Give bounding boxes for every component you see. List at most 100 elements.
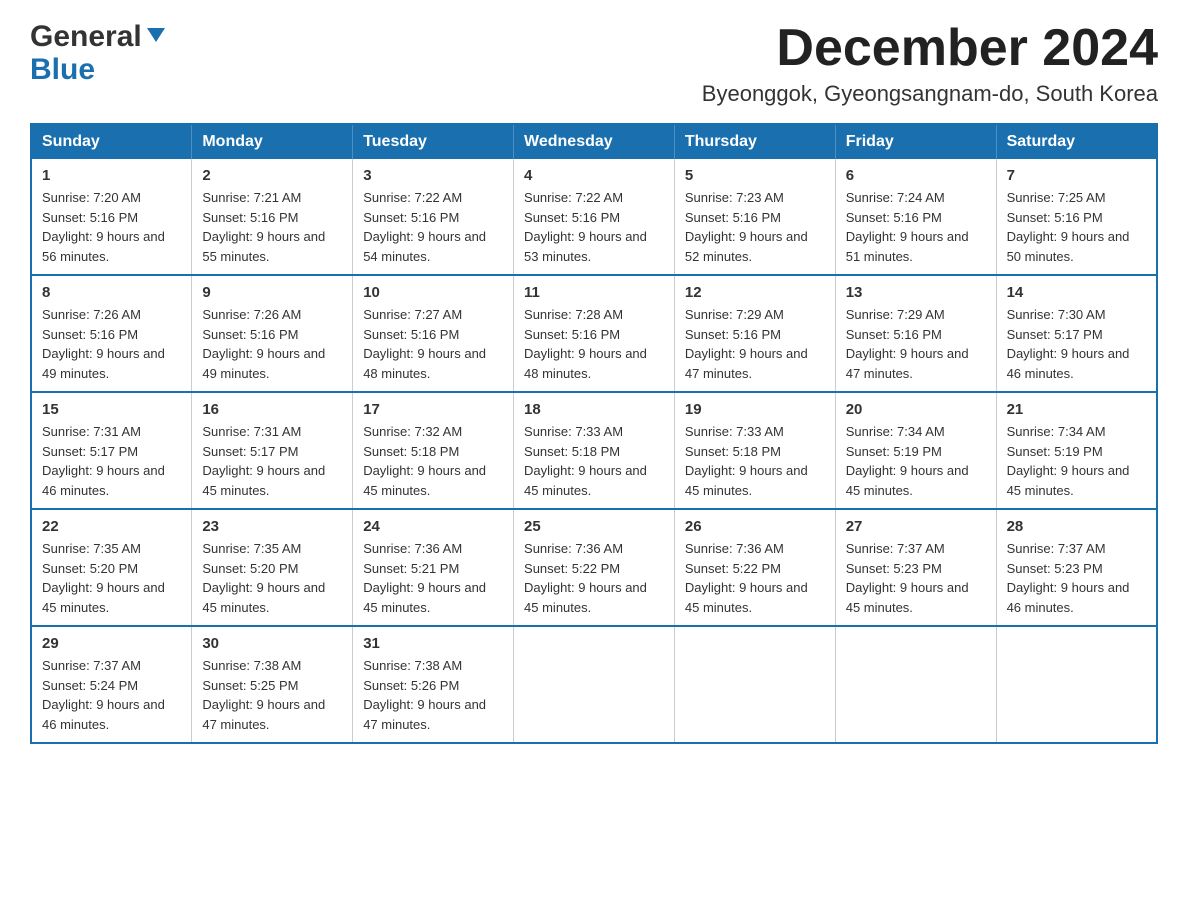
day-number: 7 (1007, 167, 1146, 184)
calendar-week-row-4: 22 Sunrise: 7:35 AM Sunset: 5:20 PM Dayl… (31, 509, 1157, 626)
day-info: Sunrise: 7:36 AM Sunset: 5:22 PM Dayligh… (685, 539, 825, 617)
calendar-cell: 5 Sunrise: 7:23 AM Sunset: 5:16 PM Dayli… (674, 159, 835, 275)
day-info: Sunrise: 7:23 AM Sunset: 5:16 PM Dayligh… (685, 188, 825, 266)
day-info: Sunrise: 7:29 AM Sunset: 5:16 PM Dayligh… (685, 305, 825, 383)
day-info: Sunrise: 7:22 AM Sunset: 5:16 PM Dayligh… (363, 188, 503, 266)
calendar-cell: 30 Sunrise: 7:38 AM Sunset: 5:25 PM Dayl… (192, 626, 353, 743)
calendar-cell (674, 626, 835, 743)
day-info: Sunrise: 7:33 AM Sunset: 5:18 PM Dayligh… (524, 422, 664, 500)
day-number: 28 (1007, 518, 1146, 535)
weekday-header-thursday: Thursday (674, 124, 835, 159)
day-info: Sunrise: 7:35 AM Sunset: 5:20 PM Dayligh… (42, 539, 181, 617)
calendar-cell: 27 Sunrise: 7:37 AM Sunset: 5:23 PM Dayl… (835, 509, 996, 626)
weekday-header-tuesday: Tuesday (353, 124, 514, 159)
weekday-header-monday: Monday (192, 124, 353, 159)
calendar-cell: 4 Sunrise: 7:22 AM Sunset: 5:16 PM Dayli… (514, 159, 675, 275)
calendar-cell (514, 626, 675, 743)
day-info: Sunrise: 7:26 AM Sunset: 5:16 PM Dayligh… (202, 305, 342, 383)
day-info: Sunrise: 7:21 AM Sunset: 5:16 PM Dayligh… (202, 188, 342, 266)
day-info: Sunrise: 7:28 AM Sunset: 5:16 PM Dayligh… (524, 305, 664, 383)
calendar-cell: 16 Sunrise: 7:31 AM Sunset: 5:17 PM Dayl… (192, 392, 353, 509)
calendar-cell: 7 Sunrise: 7:25 AM Sunset: 5:16 PM Dayli… (996, 159, 1157, 275)
calendar-cell: 2 Sunrise: 7:21 AM Sunset: 5:16 PM Dayli… (192, 159, 353, 275)
day-info: Sunrise: 7:34 AM Sunset: 5:19 PM Dayligh… (846, 422, 986, 500)
day-number: 31 (363, 635, 503, 652)
calendar-week-row-5: 29 Sunrise: 7:37 AM Sunset: 5:24 PM Dayl… (31, 626, 1157, 743)
calendar-cell (835, 626, 996, 743)
day-number: 11 (524, 284, 664, 301)
day-info: Sunrise: 7:35 AM Sunset: 5:20 PM Dayligh… (202, 539, 342, 617)
logo-blue-text: Blue (30, 53, 167, 86)
day-info: Sunrise: 7:32 AM Sunset: 5:18 PM Dayligh… (363, 422, 503, 500)
calendar-cell: 12 Sunrise: 7:29 AM Sunset: 5:16 PM Dayl… (674, 275, 835, 392)
calendar-cell: 20 Sunrise: 7:34 AM Sunset: 5:19 PM Dayl… (835, 392, 996, 509)
day-info: Sunrise: 7:31 AM Sunset: 5:17 PM Dayligh… (202, 422, 342, 500)
calendar-cell: 18 Sunrise: 7:33 AM Sunset: 5:18 PM Dayl… (514, 392, 675, 509)
day-number: 15 (42, 401, 181, 418)
weekday-header-saturday: Saturday (996, 124, 1157, 159)
day-number: 1 (42, 167, 181, 184)
day-number: 29 (42, 635, 181, 652)
day-number: 27 (846, 518, 986, 535)
logo-general-text: General (30, 20, 142, 53)
day-info: Sunrise: 7:25 AM Sunset: 5:16 PM Dayligh… (1007, 188, 1146, 266)
calendar-cell: 24 Sunrise: 7:36 AM Sunset: 5:21 PM Dayl… (353, 509, 514, 626)
day-info: Sunrise: 7:33 AM Sunset: 5:18 PM Dayligh… (685, 422, 825, 500)
day-info: Sunrise: 7:36 AM Sunset: 5:21 PM Dayligh… (363, 539, 503, 617)
calendar-cell: 23 Sunrise: 7:35 AM Sunset: 5:20 PM Dayl… (192, 509, 353, 626)
calendar-cell: 10 Sunrise: 7:27 AM Sunset: 5:16 PM Dayl… (353, 275, 514, 392)
day-number: 22 (42, 518, 181, 535)
logo: General Blue (30, 20, 167, 86)
day-info: Sunrise: 7:29 AM Sunset: 5:16 PM Dayligh… (846, 305, 986, 383)
day-info: Sunrise: 7:27 AM Sunset: 5:16 PM Dayligh… (363, 305, 503, 383)
calendar-cell (996, 626, 1157, 743)
calendar-table: SundayMondayTuesdayWednesdayThursdayFrid… (30, 123, 1158, 744)
day-info: Sunrise: 7:31 AM Sunset: 5:17 PM Dayligh… (42, 422, 181, 500)
calendar-cell: 26 Sunrise: 7:36 AM Sunset: 5:22 PM Dayl… (674, 509, 835, 626)
day-number: 23 (202, 518, 342, 535)
day-info: Sunrise: 7:20 AM Sunset: 5:16 PM Dayligh… (42, 188, 181, 266)
calendar-cell: 3 Sunrise: 7:22 AM Sunset: 5:16 PM Dayli… (353, 159, 514, 275)
day-number: 26 (685, 518, 825, 535)
calendar-cell: 19 Sunrise: 7:33 AM Sunset: 5:18 PM Dayl… (674, 392, 835, 509)
day-info: Sunrise: 7:26 AM Sunset: 5:16 PM Dayligh… (42, 305, 181, 383)
calendar-cell: 8 Sunrise: 7:26 AM Sunset: 5:16 PM Dayli… (31, 275, 192, 392)
weekday-header-sunday: Sunday (31, 124, 192, 159)
day-number: 14 (1007, 284, 1146, 301)
day-info: Sunrise: 7:36 AM Sunset: 5:22 PM Dayligh… (524, 539, 664, 617)
calendar-cell: 14 Sunrise: 7:30 AM Sunset: 5:17 PM Dayl… (996, 275, 1157, 392)
day-number: 20 (846, 401, 986, 418)
calendar-cell: 25 Sunrise: 7:36 AM Sunset: 5:22 PM Dayl… (514, 509, 675, 626)
day-number: 24 (363, 518, 503, 535)
day-number: 8 (42, 284, 181, 301)
calendar-cell: 6 Sunrise: 7:24 AM Sunset: 5:16 PM Dayli… (835, 159, 996, 275)
day-number: 25 (524, 518, 664, 535)
calendar-week-row-2: 8 Sunrise: 7:26 AM Sunset: 5:16 PM Dayli… (31, 275, 1157, 392)
day-number: 9 (202, 284, 342, 301)
weekday-header-friday: Friday (835, 124, 996, 159)
location-title: Byeonggok, Gyeongsangnam-do, South Korea (702, 81, 1158, 107)
calendar-cell: 22 Sunrise: 7:35 AM Sunset: 5:20 PM Dayl… (31, 509, 192, 626)
day-number: 13 (846, 284, 986, 301)
calendar-week-row-1: 1 Sunrise: 7:20 AM Sunset: 5:16 PM Dayli… (31, 159, 1157, 275)
calendar-cell: 13 Sunrise: 7:29 AM Sunset: 5:16 PM Dayl… (835, 275, 996, 392)
day-number: 5 (685, 167, 825, 184)
calendar-cell: 9 Sunrise: 7:26 AM Sunset: 5:16 PM Dayli… (192, 275, 353, 392)
calendar-cell: 11 Sunrise: 7:28 AM Sunset: 5:16 PM Dayl… (514, 275, 675, 392)
day-number: 30 (202, 635, 342, 652)
day-info: Sunrise: 7:22 AM Sunset: 5:16 PM Dayligh… (524, 188, 664, 266)
day-number: 10 (363, 284, 503, 301)
calendar-cell: 31 Sunrise: 7:38 AM Sunset: 5:26 PM Dayl… (353, 626, 514, 743)
day-number: 21 (1007, 401, 1146, 418)
day-number: 2 (202, 167, 342, 184)
page-header: General Blue December 2024 Byeonggok, Gy… (30, 20, 1158, 107)
day-number: 18 (524, 401, 664, 418)
day-info: Sunrise: 7:38 AM Sunset: 5:26 PM Dayligh… (363, 656, 503, 734)
day-number: 4 (524, 167, 664, 184)
title-section: December 2024 Byeonggok, Gyeongsangnam-d… (702, 20, 1158, 107)
day-number: 19 (685, 401, 825, 418)
calendar-cell: 17 Sunrise: 7:32 AM Sunset: 5:18 PM Dayl… (353, 392, 514, 509)
day-number: 17 (363, 401, 503, 418)
day-info: Sunrise: 7:38 AM Sunset: 5:25 PM Dayligh… (202, 656, 342, 734)
logo-triangle-icon (145, 26, 167, 44)
